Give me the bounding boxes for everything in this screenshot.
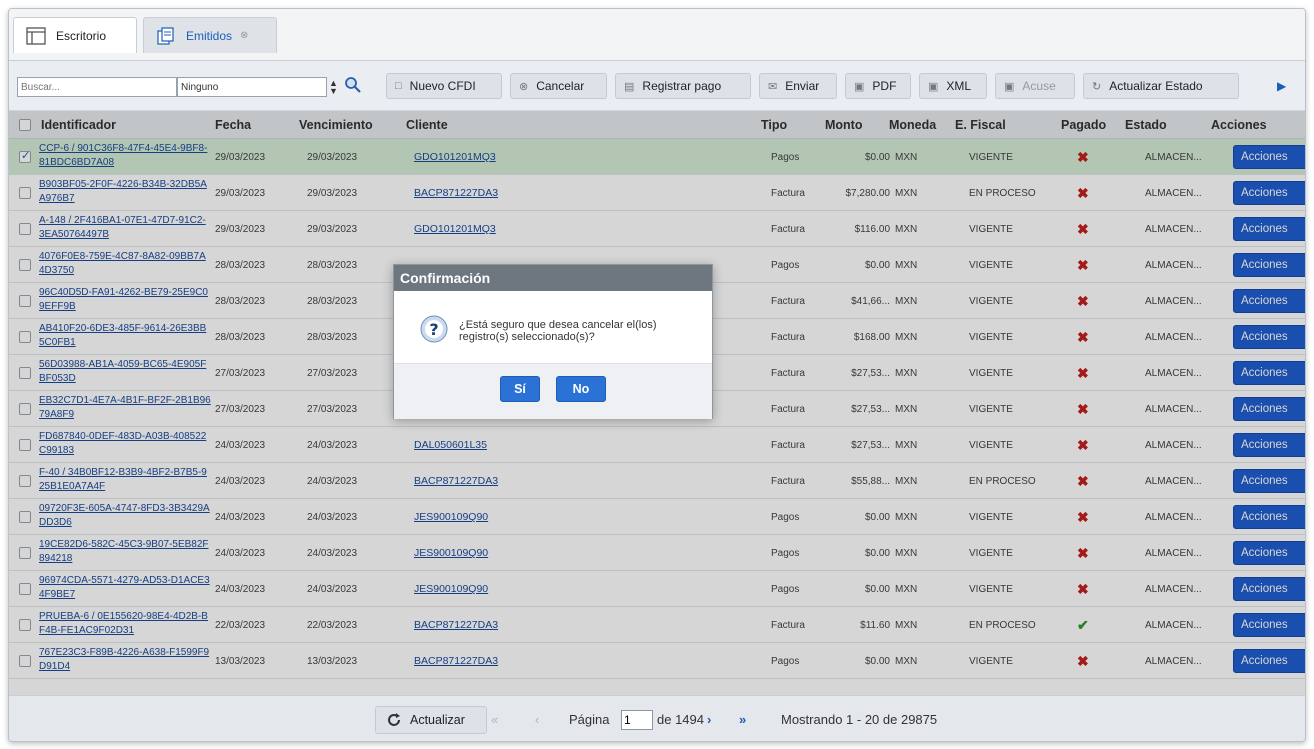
first-page-icon[interactable]: «	[491, 712, 498, 727]
prev-page-icon[interactable]: ‹	[535, 712, 539, 727]
update-status-label: Actualizar Estado	[1109, 79, 1203, 93]
toolbar: ▲▼ □ Nuevo CFDI ⊗ Cancelar ▤ Registrar p…	[9, 61, 1305, 111]
dialog-message: ¿Está seguro que desea cancelar el(los) …	[459, 319, 657, 343]
cancel-button[interactable]: ⊗ Cancelar	[510, 73, 607, 99]
xml-file-icon: ▣	[928, 80, 939, 93]
tab-escritorio-label: Escritorio	[56, 28, 107, 43]
refresh-icon: ↻	[1092, 80, 1102, 93]
cancel-circle-icon: ⊗	[519, 80, 529, 93]
new-cfdi-button[interactable]: □ Nuevo CFDI	[386, 73, 502, 99]
pdf-label: PDF	[872, 79, 897, 93]
tab-emitidos[interactable]: Emitidos ⊗	[143, 17, 277, 53]
refresh-icon	[388, 713, 400, 726]
page-count: de 1494	[657, 712, 704, 727]
send-icon: ✉	[768, 80, 778, 93]
more-tools-arrow-icon[interactable]: ▶	[1277, 79, 1286, 93]
next-page-icon[interactable]: ›	[707, 712, 711, 727]
tab-bar: Escritorio Emitidos ⊗	[9, 9, 1305, 61]
xml-button[interactable]: ▣ XML	[919, 73, 987, 99]
close-tab-icon[interactable]: ⊗	[240, 30, 248, 41]
question-icon: ?	[420, 315, 448, 343]
page-label: Página	[569, 712, 610, 727]
refresh-label: Actualizar	[410, 713, 465, 727]
page-number-input[interactable]	[621, 710, 653, 730]
filter-select[interactable]	[177, 77, 327, 97]
refresh-button[interactable]: Actualizar	[375, 706, 487, 734]
xml-label: XML	[946, 79, 972, 93]
app-window: Escritorio Emitidos ⊗ ▲▼ □ Nuevo CFDI ⊗	[8, 8, 1306, 742]
update-status-button[interactable]: ↻ Actualizar Estado	[1083, 73, 1239, 99]
pdf-button[interactable]: ▣ PDF	[845, 73, 911, 99]
last-page-icon[interactable]: »	[739, 712, 746, 727]
payment-document-icon: ▤	[624, 80, 635, 93]
yes-button[interactable]: Sí	[500, 376, 540, 402]
tab-emitidos-label: Emitidos	[186, 28, 233, 43]
register-payment-button[interactable]: ▤ Registrar pago	[615, 73, 751, 99]
acuse-button[interactable]: ▣ Acuse	[995, 73, 1075, 99]
dialog-title[interactable]: Confirmación	[394, 265, 712, 291]
receipt-icon: ▣	[1004, 80, 1015, 93]
no-button[interactable]: No	[556, 376, 606, 402]
new-cfdi-label: Nuevo CFDI	[409, 79, 476, 93]
pdf-file-icon: ▣	[854, 80, 865, 93]
acuse-label: Acuse	[1022, 79, 1056, 93]
search-icon[interactable]	[344, 75, 362, 95]
desktop-icon	[26, 26, 46, 45]
dialog-footer: Sí No	[394, 363, 712, 419]
pagination-bar: Actualizar « ‹ Página de 1494 › » Mostra…	[9, 695, 1305, 741]
cancel-label: Cancelar	[536, 79, 585, 93]
new-document-icon: □	[395, 80, 402, 92]
record-count: Mostrando 1 - 20 de 29875	[781, 712, 938, 727]
tab-escritorio[interactable]: Escritorio	[13, 17, 137, 53]
svg-text:?: ?	[429, 320, 438, 339]
confirm-dialog: Confirmación ? ¿Está seguro que desea ca…	[393, 264, 713, 419]
filter-spinner-icon[interactable]: ▲ ▼	[329, 79, 338, 96]
document-stack-icon	[157, 26, 174, 45]
search-input[interactable]	[17, 77, 177, 97]
send-button[interactable]: ✉ Enviar	[759, 73, 837, 99]
register-payment-label: Registrar pago	[642, 79, 722, 93]
send-label: Enviar	[785, 79, 820, 93]
